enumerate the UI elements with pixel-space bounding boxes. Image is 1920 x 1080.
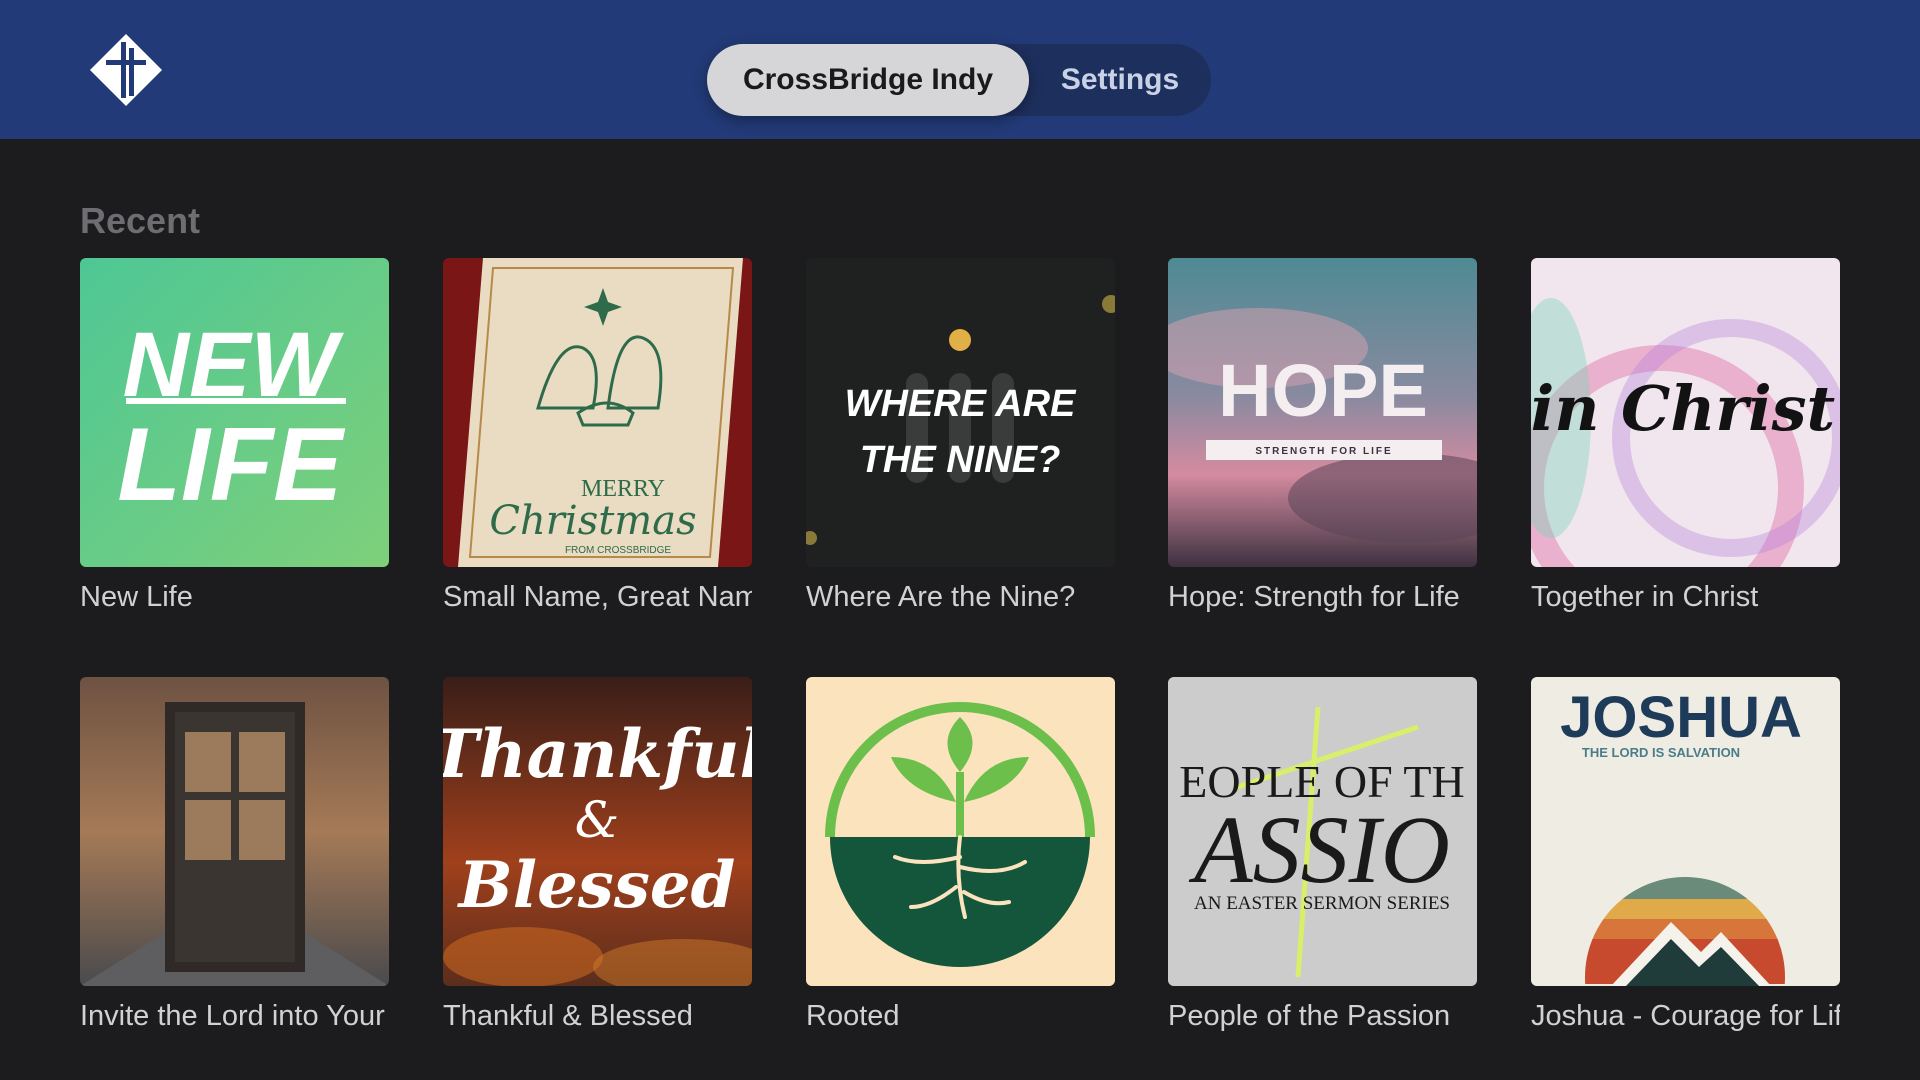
art-text: LIFE	[117, 407, 345, 523]
art-text: &	[575, 791, 620, 849]
top-bar: CrossBridge Indy Settings	[0, 0, 1920, 139]
art-text: JOSHUA	[1560, 685, 1802, 750]
crossbridge-logo-icon[interactable]	[88, 32, 164, 108]
art-text: FROM CROSSBRIDGE	[565, 545, 671, 556]
art-text: THE NINE?	[860, 439, 1061, 481]
series-tile-people-of-the-passion[interactable]: EOPLE OF TH ASSIO AN EASTER SERMON SERIE…	[1168, 677, 1477, 986]
series-title: People of the Passion	[1168, 1000, 1451, 1032]
art-text: in Christ	[1531, 372, 1836, 445]
series-title: Hope: Strength for Life	[1168, 581, 1460, 613]
tab-crossbridge-indy[interactable]: CrossBridge Indy	[707, 44, 1029, 116]
series-tile-new-life[interactable]: NEW LIFE	[80, 258, 389, 567]
where-are-the-nine-artwork: WHERE ARE THE NINE?	[806, 258, 1115, 567]
series-tile-small-name-great-name[interactable]: MERRY Christmas FROM CROSSBRIDGE	[443, 258, 752, 567]
series-tile-invite-the-lord[interactable]	[80, 677, 389, 986]
door-artwork	[80, 677, 389, 986]
series-tile-thankful-blessed[interactable]: Thankful & Blessed	[443, 677, 752, 986]
series-tile-hope[interactable]: HOPE STRENGTH FOR LIFE	[1168, 258, 1477, 567]
top-tab-bar: CrossBridge Indy Settings	[707, 44, 1211, 116]
series-title: New Life	[80, 581, 193, 613]
tab-settings[interactable]: Settings	[1029, 44, 1211, 116]
series-title: Joshua - Courage for Life	[1531, 1000, 1840, 1032]
art-text: WHERE ARE	[845, 383, 1077, 425]
series-title: Rooted	[806, 1000, 900, 1032]
series-tile-together-in-christ[interactable]: in Christ	[1531, 258, 1840, 567]
hope-artwork: HOPE STRENGTH FOR LIFE	[1168, 258, 1477, 567]
series-title: Together in Christ	[1531, 581, 1759, 613]
series-tile-where-are-the-nine[interactable]: WHERE ARE THE NINE?	[806, 258, 1115, 567]
series-title: Small Name, Great Name	[443, 581, 752, 613]
art-text: HOPE	[1218, 349, 1428, 432]
series-title: Invite the Lord into Your Home	[80, 1000, 389, 1032]
art-text: ASSIO	[1188, 796, 1450, 903]
joshua-artwork: JOSHUA THE LORD IS SALVATION	[1531, 677, 1840, 986]
series-title: Where Are the Nine?	[806, 581, 1076, 613]
series-title: Thankful & Blessed	[443, 1000, 693, 1032]
art-text: Thankful	[443, 715, 752, 793]
thankful-blessed-artwork: Thankful & Blessed	[443, 677, 752, 986]
art-text: THE LORD IS SALVATION	[1582, 745, 1740, 760]
art-text: AN EASTER SERMON SERIES	[1194, 893, 1450, 914]
section-title-recent: Recent	[80, 200, 201, 241]
series-tile-joshua[interactable]: JOSHUA THE LORD IS SALVATION	[1531, 677, 1840, 986]
art-text: Christmas	[489, 498, 696, 544]
people-of-the-passion-artwork: EOPLE OF TH ASSIO AN EASTER SERMON SERIE…	[1168, 677, 1477, 986]
together-in-christ-artwork: in Christ	[1531, 258, 1840, 567]
art-text: Blessed	[457, 848, 736, 923]
rooted-artwork	[806, 677, 1115, 986]
art-text: STRENGTH FOR LIFE	[1255, 446, 1392, 457]
new-life-artwork: NEW LIFE	[80, 258, 389, 567]
christmas-artwork: MERRY Christmas FROM CROSSBRIDGE	[443, 258, 752, 567]
series-tile-rooted[interactable]	[806, 677, 1115, 986]
